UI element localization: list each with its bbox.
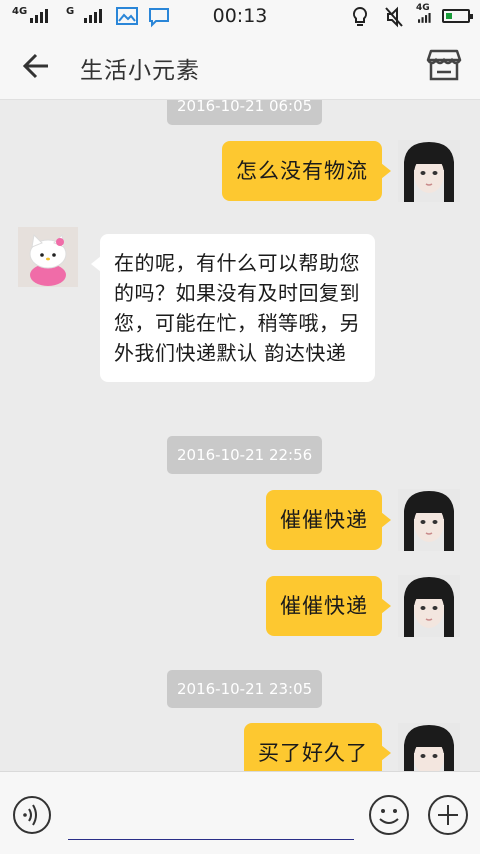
emoji-icon[interactable] (368, 794, 410, 836)
plus-icon[interactable] (427, 794, 469, 836)
message-timestamp: 2016-10-21 23:05 (167, 670, 323, 708)
outgoing-message-bubble[interactable]: 买了好久了 (244, 723, 391, 771)
bulb-icon (352, 6, 368, 26)
clock: 00:13 (212, 5, 268, 27)
user-avatar[interactable] (398, 575, 460, 637)
network-type-label-3: 4G (416, 3, 430, 13)
battery-level (446, 13, 452, 19)
user-avatar[interactable] (398, 140, 460, 202)
battery-icon (442, 9, 473, 23)
message-timestamp: 2016-10-21 06:05 (167, 100, 323, 125)
message-list[interactable]: 2016-10-21 06:05 怎么没有物流 在的呢，有什么可以帮助您的吗？如… (0, 100, 480, 771)
message-timestamp: 2016-10-21 22:56 (167, 436, 323, 474)
input-bar (0, 771, 480, 854)
outgoing-message-bubble[interactable]: 怎么没有物流 (222, 141, 391, 201)
shop-avatar[interactable] (18, 227, 78, 287)
chat-header: 生活小元素 (0, 32, 480, 100)
back-arrow-icon[interactable] (16, 48, 56, 84)
voice-icon[interactable] (12, 795, 52, 835)
mute-icon (385, 6, 403, 28)
page-title: 生活小元素 (80, 58, 200, 84)
user-avatar[interactable] (398, 489, 460, 551)
outgoing-message-bubble[interactable]: 催催快递 (266, 576, 391, 636)
outgoing-message-bubble[interactable]: 催催快递 (266, 490, 391, 550)
message-input[interactable] (68, 796, 354, 840)
incoming-message-bubble[interactable]: 在的呢，有什么可以帮助您的吗？如果没有及时回复到您，可能在忙，稍等哦，另外我们快… (91, 234, 375, 382)
signal-icon-3 (418, 13, 433, 23)
shop-icon[interactable] (426, 47, 462, 83)
status-bar: 4G G 00:13 4G (0, 0, 480, 32)
user-avatar[interactable] (398, 723, 460, 771)
